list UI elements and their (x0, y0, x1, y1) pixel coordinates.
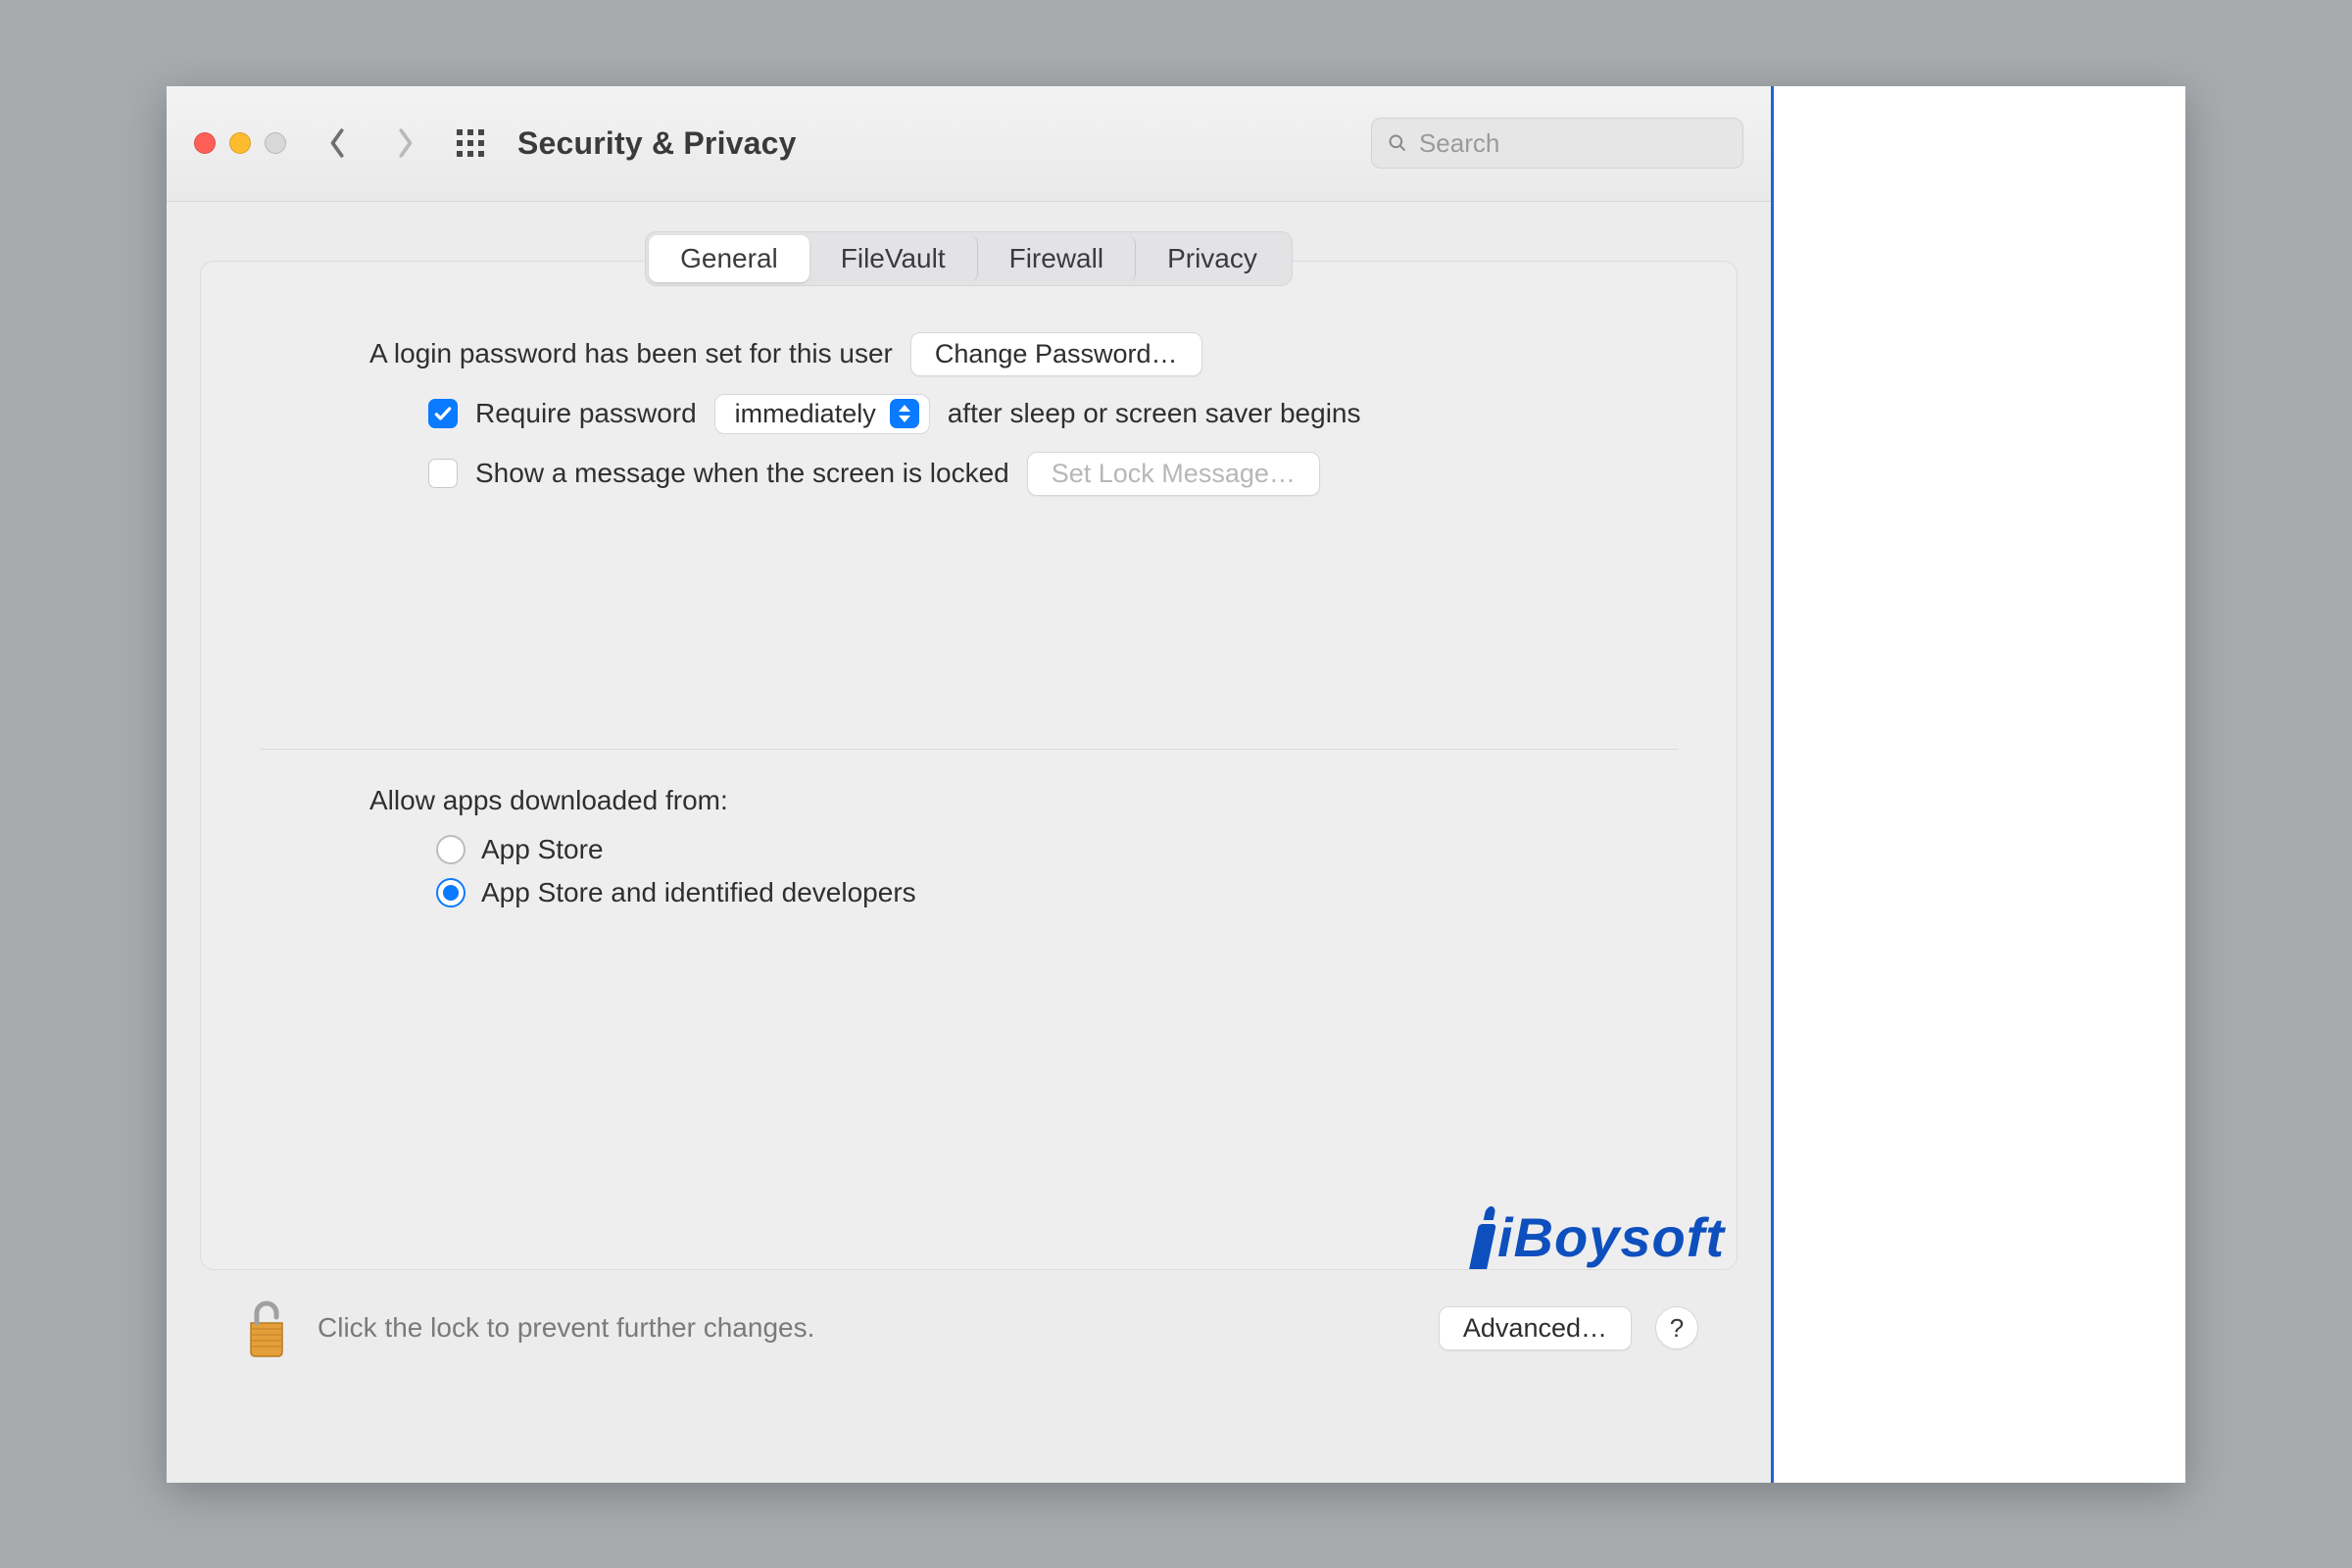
allow-apps-label: Allow apps downloaded from: (260, 785, 1678, 816)
require-password-select[interactable]: immediately (714, 394, 930, 434)
back-button[interactable] (316, 121, 361, 166)
stepper-icon (890, 399, 919, 428)
window-title: Security & Privacy (517, 125, 797, 162)
window-controls (194, 132, 286, 154)
show-message-row: Show a message when the screen is locked… (260, 452, 1678, 496)
watermark: iBoysoft (1474, 1205, 1725, 1269)
require-password-suffix: after sleep or screen saver begins (948, 398, 1361, 429)
advanced-button[interactable]: Advanced… (1439, 1306, 1632, 1350)
change-password-button[interactable]: Change Password… (910, 332, 1202, 376)
login-password-text: A login password has been set for this u… (369, 338, 893, 369)
tab-general[interactable]: General (649, 235, 809, 282)
watermark-text: iBoysoft (1497, 1205, 1725, 1269)
allow-apps-option-label: App Store and identified developers (481, 877, 916, 908)
require-password-prefix: Require password (475, 398, 697, 429)
zoom-window-button[interactable] (265, 132, 286, 154)
close-window-button[interactable] (194, 132, 216, 154)
lock-text: Click the lock to prevent further change… (318, 1312, 814, 1344)
search-field[interactable] (1371, 118, 1743, 169)
allow-apps-option-identified[interactable]: App Store and identified developers (260, 877, 1678, 908)
radio-button[interactable] (436, 878, 466, 907)
require-password-select-value: immediately (735, 399, 876, 429)
login-password-row: A login password has been set for this u… (260, 332, 1678, 376)
footer: Click the lock to prevent further change… (200, 1270, 1738, 1373)
lock-icon[interactable] (239, 1294, 294, 1363)
general-panel: A login password has been set for this u… (200, 261, 1738, 1270)
minimize-window-button[interactable] (229, 132, 251, 154)
stage: Security & Privacy General FileVault Fir… (167, 86, 2185, 1483)
radio-button[interactable] (436, 835, 466, 864)
show-message-checkbox[interactable] (428, 459, 458, 488)
tab-filevault[interactable]: FileVault (809, 235, 978, 282)
help-button[interactable]: ? (1655, 1306, 1698, 1349)
tab-firewall[interactable]: Firewall (978, 235, 1136, 282)
search-input[interactable] (1419, 128, 1727, 159)
forward-button[interactable] (382, 121, 427, 166)
preferences-window: Security & Privacy General FileVault Fir… (167, 86, 1774, 1483)
window-body: General FileVault Firewall Privacy A log… (167, 202, 1771, 1483)
require-password-checkbox[interactable] (428, 399, 458, 428)
show-all-icon[interactable] (453, 125, 488, 161)
allow-apps-option-label: App Store (481, 834, 604, 865)
allow-apps-option-appstore[interactable]: App Store (260, 834, 1678, 865)
tab-privacy[interactable]: Privacy (1136, 235, 1289, 282)
toolbar: Security & Privacy (167, 86, 1771, 202)
divider (260, 749, 1678, 750)
tab-bar: General FileVault Firewall Privacy (645, 231, 1293, 286)
watermark-icon (1469, 1224, 1496, 1269)
show-message-label: Show a message when the screen is locked (475, 458, 1009, 489)
set-lock-message-button[interactable]: Set Lock Message… (1027, 452, 1320, 496)
require-password-row: Require password immediately after sleep… (260, 394, 1678, 434)
